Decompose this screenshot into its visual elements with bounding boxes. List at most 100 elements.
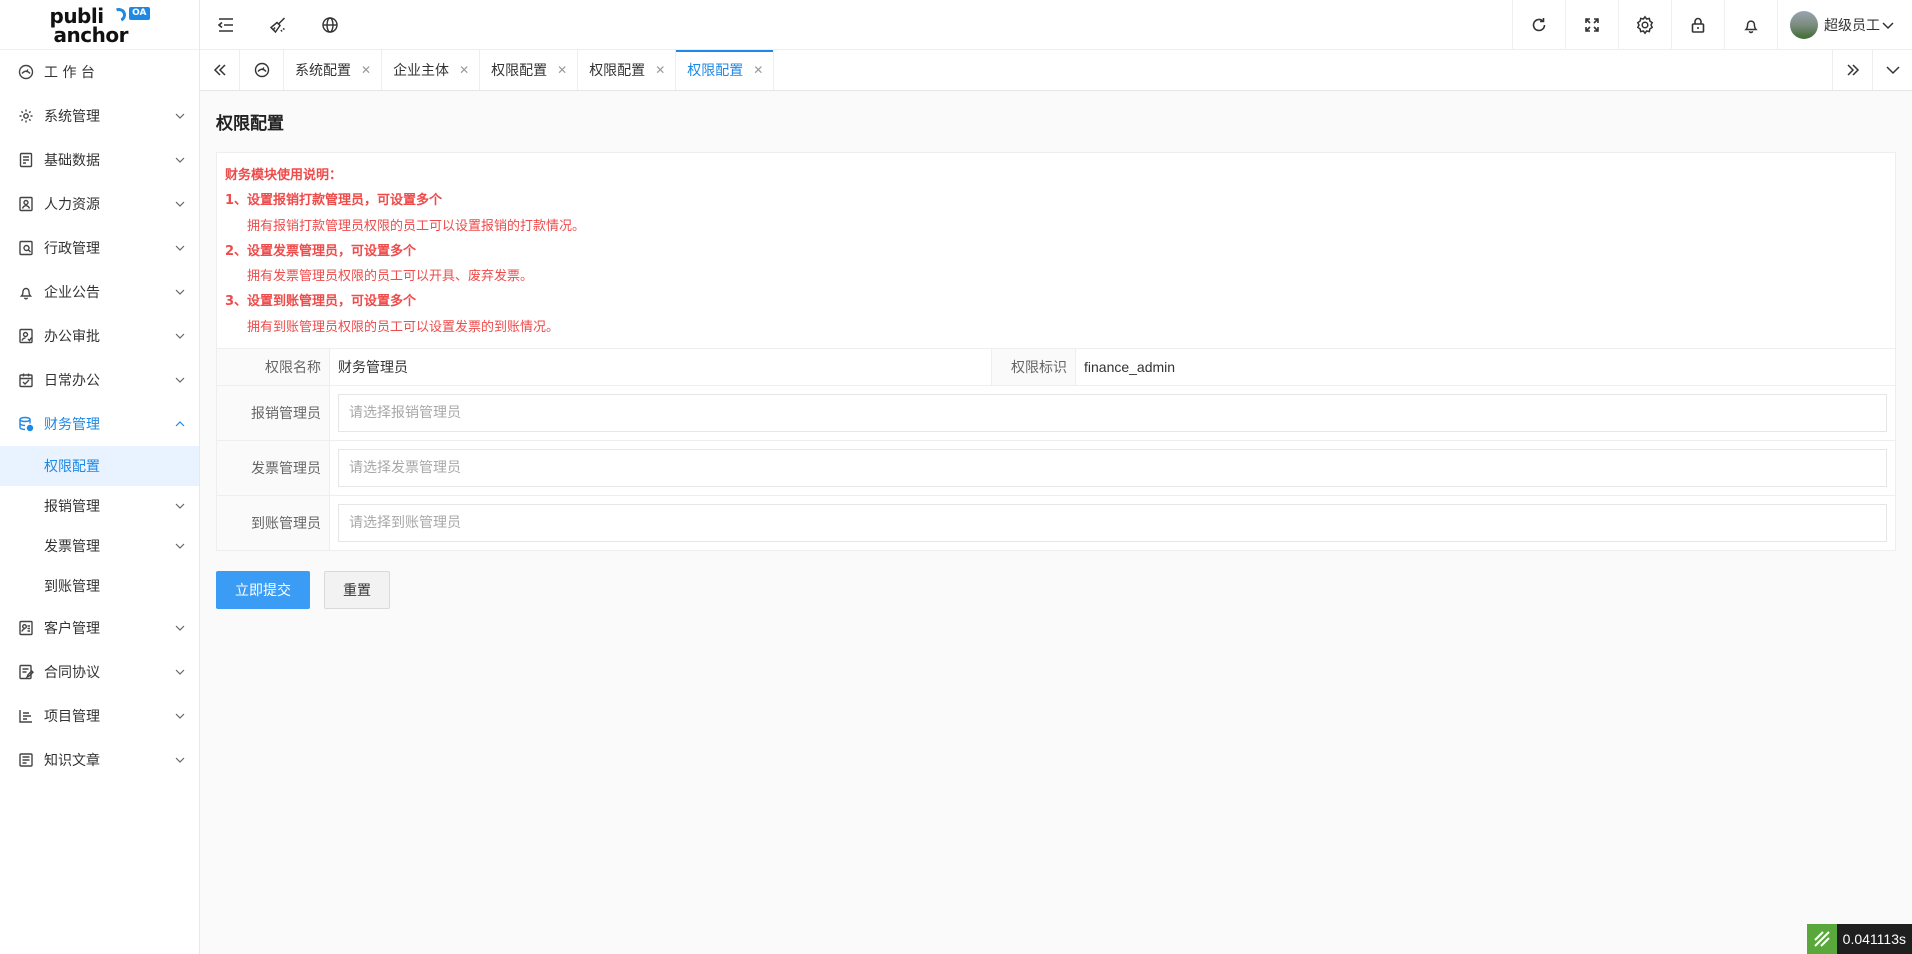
tab-bar: 系统配置 ✕ 企业主体 ✕ 权限配置 ✕ 权限配置 ✕ 权限配置 ✕ xyxy=(200,50,1912,91)
sidebar-item-system[interactable]: 系统管理 xyxy=(0,94,199,138)
chevron-down-icon xyxy=(1885,66,1900,75)
sidebar-item-label: 日常办公 xyxy=(44,373,100,389)
sidebar-subitem-receipt[interactable]: 到账管理 xyxy=(0,566,199,606)
chevron-down-icon xyxy=(175,625,185,631)
brush-icon xyxy=(269,16,286,33)
sidebar-item-label: 财务管理 xyxy=(44,417,100,433)
receipt-admin-label: 到账管理员 xyxy=(217,496,330,551)
logo-mark: publi OA anchor xyxy=(50,4,150,46)
double-chevron-right-icon xyxy=(1846,64,1859,76)
tab-options-dropdown[interactable] xyxy=(1872,50,1912,90)
close-icon[interactable]: ✕ xyxy=(459,63,469,77)
fullscreen-button[interactable] xyxy=(1565,0,1618,50)
logo[interactable]: publi OA anchor xyxy=(0,0,199,50)
settings-gear-icon xyxy=(1636,15,1654,34)
logo-badge: OA xyxy=(129,6,150,20)
receipt-admin-input[interactable] xyxy=(338,504,1887,543)
sidebar-item-dashboard[interactable]: 工 作 台 xyxy=(0,50,199,94)
permission-key-value: finance_admin xyxy=(1084,359,1176,376)
usage-notice: 财务模块使用说明： 1、设置报销打款管理员，可设置多个 拥有报销打款管理员权限的… xyxy=(217,153,1895,348)
chevron-down-icon xyxy=(175,333,185,339)
reimbursement-admin-input[interactable] xyxy=(338,394,1887,433)
tab-label: 权限配置 xyxy=(687,63,744,79)
tab-home[interactable] xyxy=(240,50,284,90)
top-header: 超级员工 xyxy=(200,0,1912,50)
submit-button[interactable]: 立即提交 xyxy=(216,571,310,610)
tab-scroll-left-button[interactable] xyxy=(200,50,240,90)
close-icon[interactable]: ✕ xyxy=(361,63,371,77)
sidebar-item-knowledge[interactable]: 知识文章 xyxy=(0,738,199,782)
sidebar-item-approval[interactable]: 办公审批 xyxy=(0,314,199,358)
dashboard-icon xyxy=(254,62,269,78)
tab-permission-config-2[interactable]: 权限配置 ✕ xyxy=(578,50,677,90)
sidebar-subitem-reimbursement[interactable]: 报销管理 xyxy=(0,486,199,526)
reimbursement-admin-label: 报销管理员 xyxy=(217,386,330,441)
tab-permission-config-1[interactable]: 权限配置 ✕ xyxy=(480,50,579,90)
sidebar-subitem-invoice[interactable]: 发票管理 xyxy=(0,526,199,566)
notice-point-desc: 拥有到账管理员权限的员工可以设置发票的到账情况。 xyxy=(247,319,560,335)
refresh-button[interactable] xyxy=(1512,0,1565,50)
sidebar-item-customer[interactable]: 客户管理 xyxy=(0,606,199,650)
bell-icon xyxy=(16,282,36,302)
user-menu[interactable]: 超级员工 xyxy=(1777,0,1912,50)
sidebar-item-label: 企业公告 xyxy=(44,285,100,301)
sidebar-item-hr[interactable]: 人力资源 xyxy=(0,182,199,226)
double-chevron-left-icon xyxy=(213,64,226,76)
tab-permission-config-active[interactable]: 权限配置 ✕ xyxy=(676,50,775,90)
settings-button[interactable] xyxy=(1618,0,1671,50)
header-right-toolbar: 超级员工 xyxy=(1512,0,1912,50)
sidebar-item-announcement[interactable]: 企业公告 xyxy=(0,270,199,314)
chevron-down-icon xyxy=(175,201,185,207)
admin-stamp-icon xyxy=(16,238,36,258)
invoice-admin-input[interactable] xyxy=(338,449,1887,488)
sidebar-item-label: 系统管理 xyxy=(44,109,100,125)
contract-icon xyxy=(16,662,36,682)
debug-timer-badge[interactable]: 0.041113s xyxy=(1806,924,1912,954)
sidebar-item-daily-office[interactable]: 日常办公 xyxy=(0,358,199,402)
bell-icon xyxy=(1744,19,1758,33)
notice-title: 财务模块使用说明： xyxy=(225,168,343,183)
notifications-button[interactable] xyxy=(1724,0,1777,50)
sidebar-item-label: 客户管理 xyxy=(44,621,100,637)
reset-button[interactable]: 重置 xyxy=(324,571,390,610)
sidebar-item-project[interactable]: 项目管理 xyxy=(0,694,199,738)
sidebar-item-admin[interactable]: 行政管理 xyxy=(0,226,199,270)
system-gear-icon xyxy=(16,106,36,126)
notice-point-head: 1、设置报销打款管理员，可设置多个 xyxy=(225,193,443,209)
tab-system-config[interactable]: 系统配置 ✕ xyxy=(284,50,383,90)
clear-cache-button[interactable] xyxy=(252,0,304,50)
sidebar-subitem-label: 到账管理 xyxy=(44,579,100,595)
sidebar-item-label: 合同协议 xyxy=(44,665,100,681)
sidebar-item-finance[interactable]: 财务管理 xyxy=(0,402,199,446)
sidebar-subitem-permission-config[interactable]: 权限配置 xyxy=(0,446,199,486)
sidebar-item-base-data[interactable]: 基础数据 xyxy=(0,138,199,182)
fullscreen-icon xyxy=(1585,17,1599,32)
tab-label: 权限配置 xyxy=(491,63,548,79)
menu-fold-button[interactable] xyxy=(200,0,252,50)
lock-screen-button[interactable] xyxy=(1671,0,1724,50)
form-row-permission-info: 权限名称 财务管理员 权限标识 finance_admin xyxy=(217,348,1895,386)
invoice-admin-label: 发票管理员 xyxy=(217,441,330,496)
sidebar-item-contract[interactable]: 合同协议 xyxy=(0,650,199,694)
sidebar: publi OA anchor 工 作 台 系统管理 基础数据 人力资源 行政管… xyxy=(0,0,200,954)
close-icon[interactable]: ✕ xyxy=(655,63,665,77)
close-icon[interactable]: ✕ xyxy=(557,63,567,77)
tab-enterprise-entity[interactable]: 企业主体 ✕ xyxy=(382,50,481,90)
chevron-down-icon xyxy=(175,377,185,383)
tab-scroll-right-button[interactable] xyxy=(1832,50,1872,90)
close-icon[interactable]: ✕ xyxy=(753,63,763,77)
page-title: 权限配置 xyxy=(216,114,284,134)
language-button[interactable] xyxy=(304,0,356,50)
main-content: 权限配置 财务模块使用说明： 1、设置报销打款管理员，可设置多个 拥有报销打款管… xyxy=(200,91,1912,954)
chevron-down-icon xyxy=(175,757,185,763)
calendar-icon xyxy=(16,370,36,390)
chevron-down-icon xyxy=(175,669,185,675)
form-actions: 立即提交 重置 xyxy=(216,571,1896,610)
permission-name-value: 财务管理员 xyxy=(330,349,992,386)
sidebar-item-label: 知识文章 xyxy=(44,753,100,769)
chevron-down-icon xyxy=(175,503,185,509)
chevron-down-icon xyxy=(175,543,185,549)
logo-ring-icon xyxy=(109,5,128,24)
form-row-receipt-admin: 到账管理员 xyxy=(217,495,1895,551)
chevron-down-icon xyxy=(175,713,185,719)
